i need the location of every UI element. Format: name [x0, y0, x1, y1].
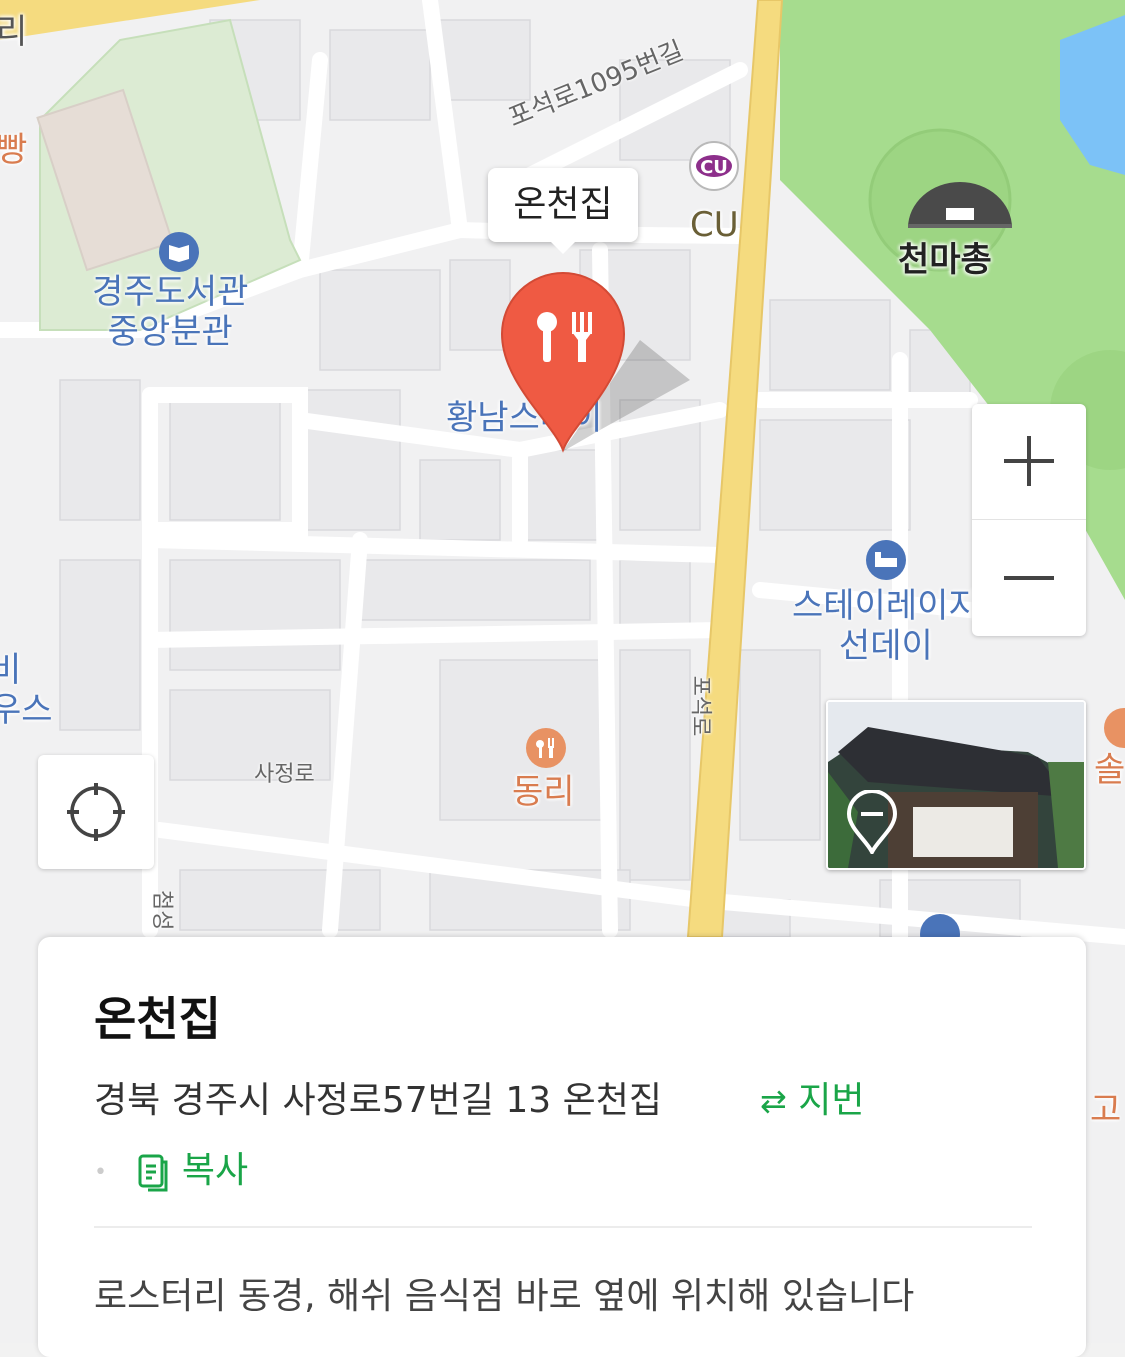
restaurant-poi-icon[interactable] — [524, 726, 568, 770]
minus-icon — [1004, 576, 1054, 580]
restaurant-pin-icon[interactable] — [498, 272, 628, 456]
copy-label: 복사 — [181, 1150, 249, 1191]
bullet-dot: • — [94, 1159, 107, 1185]
cu-logo-text: CU — [700, 157, 728, 178]
street-view-thumbnail[interactable] — [826, 700, 1086, 870]
stay-label[interactable]: 스테이레이지 선데이 — [792, 586, 980, 666]
copy-address-button[interactable]: • 복사 — [94, 1141, 248, 1193]
cu-label[interactable]: CU — [690, 205, 739, 245]
cu-logo-icon[interactable]: CU — [684, 140, 744, 192]
my-location-button[interactable] — [38, 755, 154, 869]
place-info-card[interactable]: 온천집 경북 경주시 사정로57번길 13 온천집 ⇄ 지번 • 복사 로스터리… — [38, 937, 1086, 1357]
jibun-toggle-button[interactable]: ⇄ 지번 — [760, 1071, 865, 1123]
plus-icon — [1004, 436, 1054, 486]
copy-icon — [138, 1154, 168, 1192]
cheonmachong-label[interactable]: 천마총 — [898, 240, 992, 280]
edge-label-left: 비 우스 — [0, 650, 53, 730]
road-label-sajeong: 사정로 — [254, 762, 315, 787]
place-address: 경북 경주시 사정로57번길 13 온천집 — [94, 1080, 662, 1121]
edge-label-bakery: 빵 — [0, 130, 28, 170]
swap-arrows-icon: ⇄ — [760, 1082, 787, 1120]
crosshair-icon — [67, 783, 125, 841]
edge-restaurant-icon — [1104, 708, 1125, 748]
jibun-label: 지번 — [798, 1080, 865, 1121]
road-label-poseok: 포석로 — [687, 675, 713, 737]
road-label-cheomseong: 첨성 — [149, 890, 174, 931]
edge-label-right2: 고 — [1090, 1090, 1122, 1130]
zoom-in-button[interactable] — [972, 404, 1086, 520]
street-view-marker-icon — [846, 790, 898, 854]
edge-lodging-icon — [920, 914, 960, 937]
edge-label-top-left: 리 — [0, 12, 28, 52]
dongri-label[interactable]: 동리 — [512, 772, 575, 812]
place-name: 온천집 — [94, 992, 221, 1046]
card-divider — [94, 1226, 1032, 1228]
place-description: 로스터리 동경, 해쉬 음식점 바로 옆에 위치해 있습니다 — [94, 1276, 915, 1317]
zoom-out-button[interactable] — [972, 520, 1086, 635]
selected-place-callout[interactable]: 온천집 — [488, 168, 638, 254]
tomb-icon — [908, 182, 1012, 228]
library-poi-icon[interactable] — [157, 230, 201, 274]
edge-label-right: 솔 — [1094, 750, 1125, 790]
lodging-poi-icon[interactable] — [864, 538, 908, 582]
zoom-controls — [972, 404, 1086, 636]
library-label[interactable]: 경주도서관 중앙분관 — [92, 272, 248, 352]
